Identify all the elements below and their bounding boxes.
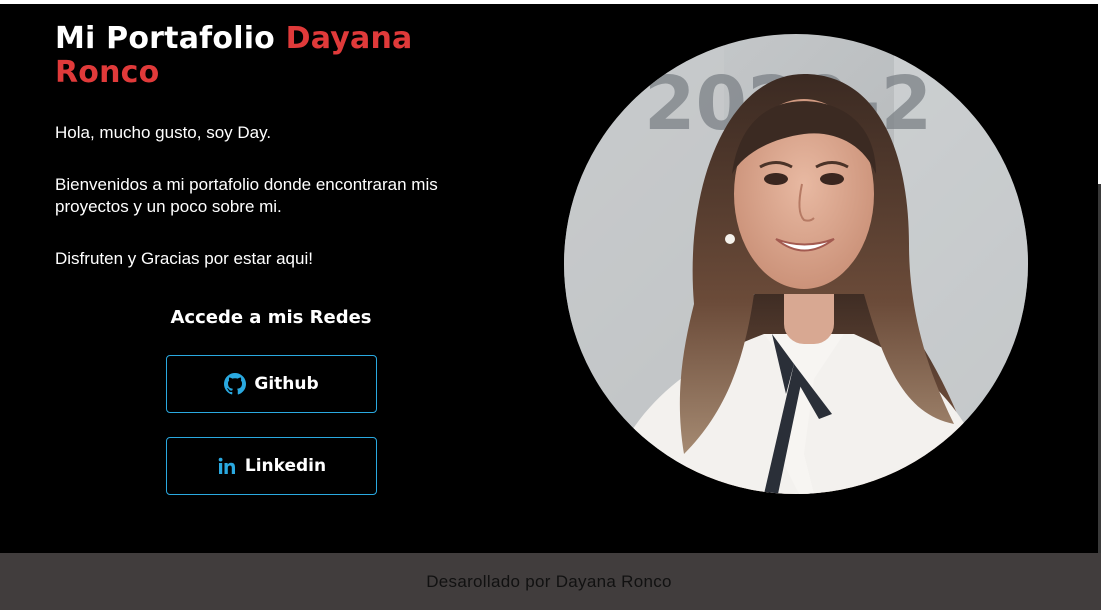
profile-photo: 2020-2 xyxy=(564,34,1028,494)
profile-photo-illustration: 2020-2 xyxy=(564,34,1028,494)
linkedin-label: Linkedin xyxy=(244,456,327,476)
title-name-last: Ronco xyxy=(55,55,160,90)
intro-thanks: Disfruten y Gracias por estar aqui! xyxy=(55,249,313,268)
page-title: Mi Portafolio Dayana Ronco xyxy=(55,22,495,90)
social-heading: Accede a mis Redes xyxy=(170,307,372,328)
linkedin-button[interactable]: Linkedin xyxy=(166,437,377,495)
github-label: Github xyxy=(254,374,319,394)
footer-text: Desarollado por Dayana Ronco xyxy=(426,571,672,591)
hero-section: Mi Portafolio Dayana Ronco Hola, mucho g… xyxy=(0,4,1098,553)
title-name-first: Dayana xyxy=(285,21,413,56)
linkedin-icon xyxy=(217,456,237,476)
intro-welcome: Bienvenidos a mi portafolio donde encont… xyxy=(55,175,438,216)
github-icon xyxy=(224,373,247,395)
title-prefix: Mi Portafolio xyxy=(55,21,275,56)
intro-greeting: Hola, mucho gusto, soy Day. xyxy=(55,123,272,142)
footer: Desarollado por Dayana Ronco xyxy=(0,553,1101,610)
github-button[interactable]: Github xyxy=(166,355,377,413)
